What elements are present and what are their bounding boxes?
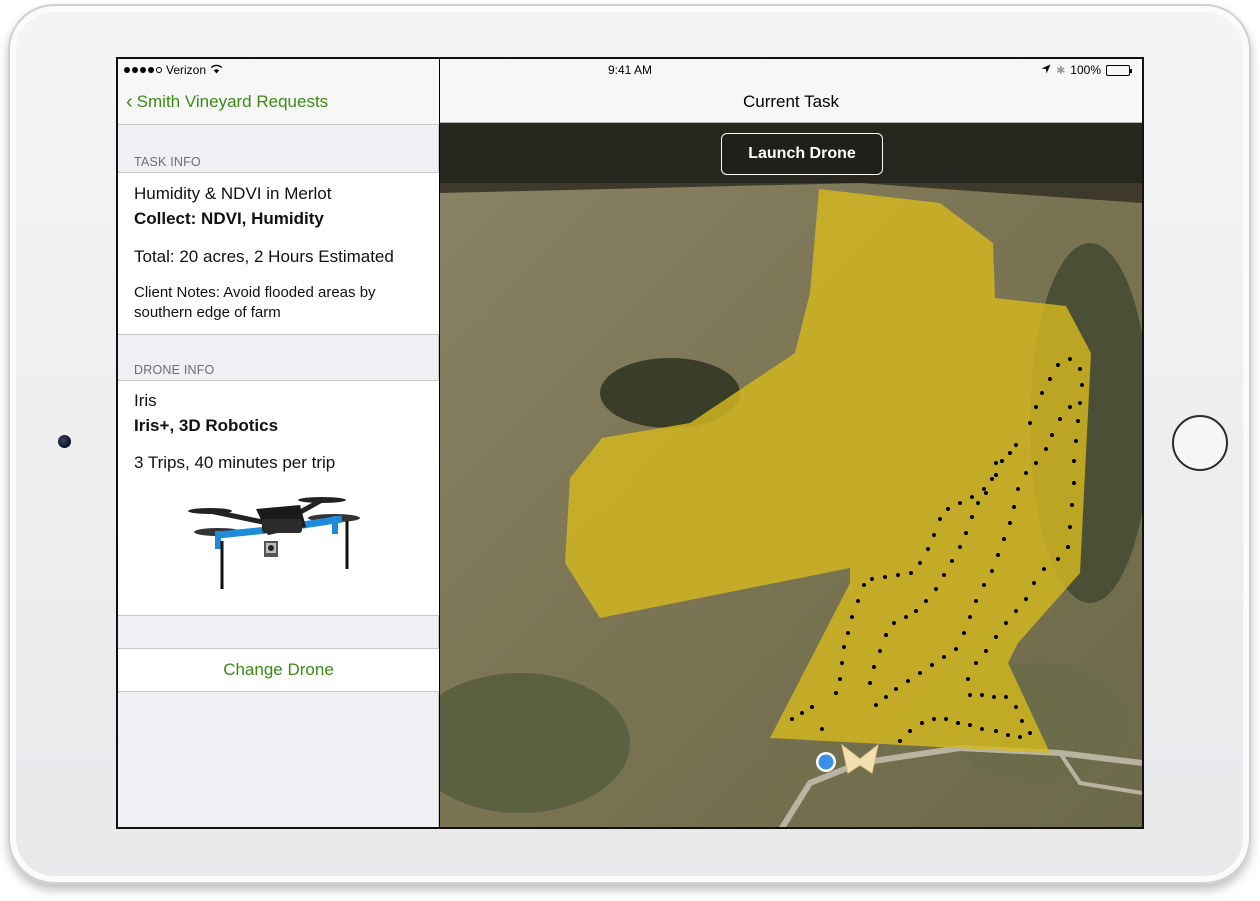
drone-trips: 3 Trips, 40 minutes per trip: [134, 453, 336, 472]
main-panel: Current Task Launch Drone: [440, 59, 1142, 827]
status-time: 9:41 AM: [608, 63, 653, 77]
status-right-group: ✱ 100%: [1041, 63, 1132, 77]
satellite-map: [440, 123, 1142, 827]
location-arrow-icon: [1041, 63, 1051, 77]
signal-strength-icon: [124, 67, 162, 73]
carrier-label: Verizon: [166, 63, 207, 77]
launch-toolbar: Launch Drone: [440, 123, 1142, 183]
battery-icon: [1106, 64, 1132, 76]
drone-name: Iris: [134, 391, 157, 410]
front-camera: [58, 435, 71, 448]
battery-percent: 100%: [1070, 63, 1101, 77]
launch-drone-button[interactable]: Launch Drone: [721, 133, 883, 175]
chevron-left-icon: ‹: [126, 91, 133, 113]
drone-info-header: DRONE INFO: [134, 363, 215, 377]
back-button[interactable]: ‹ Smith Vineyard Requests: [126, 92, 328, 112]
drone-info-card: Iris Iris+, 3D Robotics 3 Trips, 40 minu…: [118, 380, 439, 616]
change-drone-button[interactable]: Change Drone: [118, 648, 439, 692]
launch-drone-label: Launch Drone: [748, 145, 856, 162]
client-notes: Client Notes: Avoid flooded areas by sou…: [134, 284, 376, 321]
wifi-icon: [210, 63, 223, 77]
drone-model: Iris+, 3D Robotics: [134, 416, 279, 435]
screen: Verizon 9:41 AM ✱ 100% ‹ Smith Vineyard …: [116, 57, 1144, 829]
back-button-label: Smith Vineyard Requests: [136, 92, 329, 111]
map-view[interactable]: Launch Drone: [440, 123, 1142, 827]
task-collect: Collect: NDVI, Humidity: [134, 209, 324, 228]
drone-image: [182, 491, 364, 596]
bluetooth-icon: ✱: [1056, 64, 1066, 77]
page-title: Current Task: [742, 92, 840, 111]
task-info-header: TASK INFO: [134, 155, 201, 169]
change-drone-label: Change Drone: [223, 660, 334, 679]
task-total: Total: 20 acres, 2 Hours Estimated: [134, 247, 394, 266]
home-button[interactable]: [1172, 415, 1228, 471]
sidebar: ‹ Smith Vineyard Requests TASK INFO Humi…: [118, 59, 439, 827]
task-info-card: Humidity & NDVI in Merlot Collect: NDVI,…: [118, 172, 439, 335]
status-bar: Verizon 9:41 AM ✱ 100%: [118, 59, 1142, 81]
carrier-group: Verizon: [124, 63, 223, 77]
task-name: Humidity & NDVI in Merlot: [134, 184, 332, 203]
